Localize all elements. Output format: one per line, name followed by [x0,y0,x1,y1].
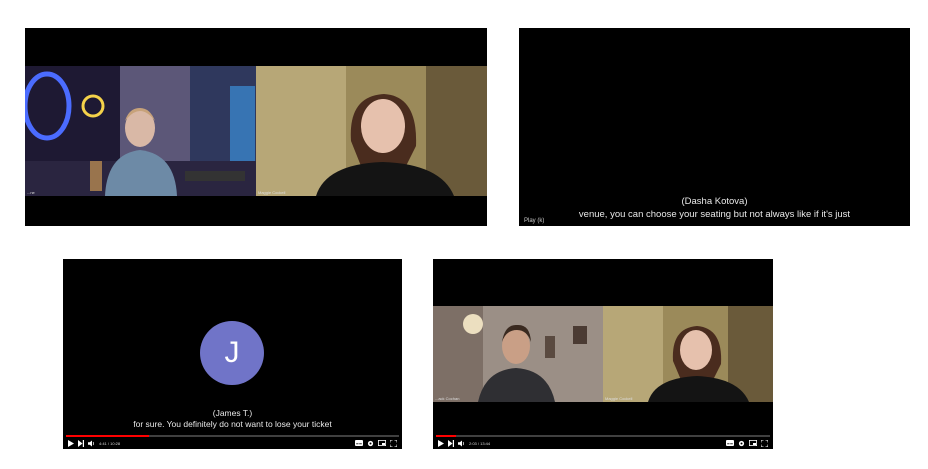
miniplayer-icon[interactable] [749,440,757,446]
participant-name-label: Maggie Cockell [258,190,286,195]
participant-video-right [603,306,773,402]
participant-avatar: J [200,321,264,385]
progress-played [66,435,150,437]
participant-video-left [433,306,603,402]
fullscreen-icon[interactable] [761,439,768,447]
participant-name-label: ...ne [27,190,35,195]
controls-left: 2:03 / 13:44 [438,439,490,447]
participant-video-left [25,66,256,196]
subtitles-icon[interactable] [726,440,734,446]
video-panel-4[interactable]: ...ack Cochan Maggie Cockell 2:03 / 13:4… [433,259,773,449]
volume-icon[interactable] [458,440,465,447]
participant-tile-right: Maggie Cockell [256,66,487,196]
controls-right [726,439,768,447]
caption-speaker: (Dasha Kotova) [681,196,748,207]
participant-video-right [256,66,487,196]
player-controls: 4:41 / 10:28 [63,435,402,449]
progress-bar[interactable] [436,435,770,437]
participant-tile-left: ...ne [25,66,256,196]
avatar-letter: J [224,336,240,369]
player-controls: 2:03 / 13:44 [433,435,773,449]
play-icon[interactable] [68,439,74,447]
fullscreen-icon[interactable] [390,439,397,447]
controls-left: 4:41 / 10:28 [68,439,120,447]
subtitles-icon[interactable] [355,440,363,446]
video-panel-3[interactable]: J (James T.) for sure. You definitely do… [63,259,402,449]
time-display: 2:03 / 13:44 [469,440,491,446]
participant-tile-right: Maggie Cockell [603,306,773,402]
caption-speaker: (James T.) [212,408,253,418]
video-panel-1[interactable]: ...ne Maggie Cockell [25,28,487,226]
participant-tile-left: ...ack Cochan [433,306,603,402]
caption-text: for sure. You definitely do not want to … [133,419,332,429]
controls-right [355,439,397,447]
skip-next-icon[interactable] [78,439,84,447]
time-display: 4:41 / 10:28 [99,440,121,446]
caption-text: venue, you can choose your seating but n… [578,209,851,220]
volume-icon[interactable] [88,440,95,447]
progress-played [436,435,457,437]
video-panel-2[interactable]: (Dasha Kotova) venue, you can choose you… [519,28,910,226]
participant-name-label: Maggie Cockell [605,396,633,401]
gear-icon[interactable] [367,440,374,447]
gear-icon[interactable] [738,440,745,447]
participant-name-label: ...ack Cochan [435,396,460,401]
miniplayer-icon[interactable] [378,440,386,446]
play-icon[interactable] [438,439,444,447]
play-tooltip: Play (k) [524,218,545,224]
progress-bar[interactable] [66,435,399,437]
skip-next-icon[interactable] [448,439,454,447]
